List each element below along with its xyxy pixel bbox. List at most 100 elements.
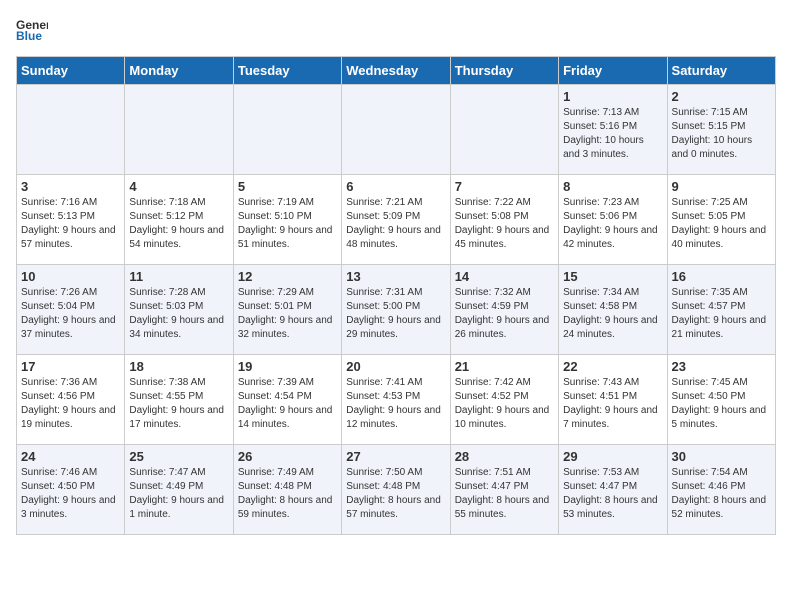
calendar-day-11: 11 Sunrise: 7:28 AM Sunset: 5:03 PM Dayli… [125, 265, 233, 355]
calendar-day-8: 8 Sunrise: 7:23 AM Sunset: 5:06 PM Daylig… [559, 175, 667, 265]
day-info: Sunrise: 7:41 AM Sunset: 4:53 PM Dayligh… [346, 376, 445, 432]
calendar-day-30: 30 Sunrise: 7:54 AM Sunset: 4:46 PM Dayli… [667, 445, 775, 535]
day-info: Sunrise: 7:18 AM Sunset: 5:12 PM Dayligh… [129, 196, 228, 252]
day-info: Sunrise: 7:32 AM Sunset: 4:59 PM Dayligh… [455, 286, 554, 342]
day-info: Sunrise: 7:35 AM Sunset: 4:57 PM Dayligh… [672, 286, 771, 342]
calendar-day-empty [342, 85, 450, 175]
day-info: Sunrise: 7:47 AM Sunset: 4:49 PM Dayligh… [129, 466, 228, 522]
day-number: 14 [455, 269, 554, 284]
day-info: Sunrise: 7:25 AM Sunset: 5:05 PM Dayligh… [672, 196, 771, 252]
calendar-day-24: 24 Sunrise: 7:46 AM Sunset: 4:50 PM Dayli… [17, 445, 125, 535]
day-info: Sunrise: 7:26 AM Sunset: 5:04 PM Dayligh… [21, 286, 120, 342]
day-number: 28 [455, 449, 554, 464]
calendar-day-6: 6 Sunrise: 7:21 AM Sunset: 5:09 PM Daylig… [342, 175, 450, 265]
page-container: General Blue SundayMondayTuesdayWednesda… [0, 0, 792, 551]
day-number: 24 [21, 449, 120, 464]
calendar-day-9: 9 Sunrise: 7:25 AM Sunset: 5:05 PM Daylig… [667, 175, 775, 265]
calendar-week-row: 3Sunrise: 7:16 AM Sunset: 5:13 PM Daylig… [17, 175, 776, 265]
svg-text:Blue: Blue [16, 29, 42, 43]
day-number: 11 [129, 269, 228, 284]
logo: General Blue [16, 16, 52, 44]
day-number: 8 [563, 179, 662, 194]
day-info: Sunrise: 7:49 AM Sunset: 4:48 PM Dayligh… [238, 466, 337, 522]
day-info: Sunrise: 7:53 AM Sunset: 4:47 PM Dayligh… [563, 466, 662, 522]
calendar-day-26: 26 Sunrise: 7:49 AM Sunset: 4:48 PM Dayli… [233, 445, 341, 535]
calendar-day-29: 29 Sunrise: 7:53 AM Sunset: 4:47 PM Dayli… [559, 445, 667, 535]
day-number: 19 [238, 359, 337, 374]
day-info: Sunrise: 7:16 AM Sunset: 5:13 PM Dayligh… [21, 196, 120, 252]
logo-icon: General Blue [16, 16, 48, 44]
calendar-day-12: 12Sunrise: 7:29 AM Sunset: 5:01 PM Dayli… [233, 265, 341, 355]
day-number: 5 [238, 179, 337, 194]
calendar-day-14: 14 Sunrise: 7:32 AM Sunset: 4:59 PM Dayli… [450, 265, 558, 355]
day-info: Sunrise: 7:34 AM Sunset: 4:58 PM Dayligh… [563, 286, 662, 342]
day-info: Sunrise: 7:31 AM Sunset: 5:00 PM Dayligh… [346, 286, 445, 342]
day-number: 10 [21, 269, 120, 284]
calendar-day-28: 28 Sunrise: 7:51 AM Sunset: 4:47 PM Dayli… [450, 445, 558, 535]
header: General Blue [16, 16, 776, 44]
day-number: 20 [346, 359, 445, 374]
day-number: 7 [455, 179, 554, 194]
calendar-week-row: 1 Sunrise: 7:13 AM Sunset: 5:16 PM Daylig… [17, 85, 776, 175]
day-info: Sunrise: 7:38 AM Sunset: 4:55 PM Dayligh… [129, 376, 228, 432]
day-number: 26 [238, 449, 337, 464]
weekday-header-tuesday: Tuesday [233, 57, 341, 85]
day-info: Sunrise: 7:13 AM Sunset: 5:16 PM Dayligh… [563, 106, 662, 162]
day-info: Sunrise: 7:54 AM Sunset: 4:46 PM Dayligh… [672, 466, 771, 522]
day-info: Sunrise: 7:45 AM Sunset: 4:50 PM Dayligh… [672, 376, 771, 432]
calendar-table: SundayMondayTuesdayWednesdayThursdayFrid… [16, 56, 776, 535]
day-number: 15 [563, 269, 662, 284]
day-number: 29 [563, 449, 662, 464]
calendar-day-1: 1 Sunrise: 7:13 AM Sunset: 5:16 PM Daylig… [559, 85, 667, 175]
weekday-header-wednesday: Wednesday [342, 57, 450, 85]
day-info: Sunrise: 7:50 AM Sunset: 4:48 PM Dayligh… [346, 466, 445, 522]
calendar-day-17: 17Sunrise: 7:36 AM Sunset: 4:56 PM Dayli… [17, 355, 125, 445]
calendar-day-4: 4Sunrise: 7:18 AM Sunset: 5:12 PM Daylig… [125, 175, 233, 265]
calendar-day-empty [125, 85, 233, 175]
day-number: 30 [672, 449, 771, 464]
day-number: 18 [129, 359, 228, 374]
day-number: 6 [346, 179, 445, 194]
weekday-header-friday: Friday [559, 57, 667, 85]
day-number: 25 [129, 449, 228, 464]
calendar-week-row: 17Sunrise: 7:36 AM Sunset: 4:56 PM Dayli… [17, 355, 776, 445]
calendar-day-15: 15 Sunrise: 7:34 AM Sunset: 4:58 PM Dayli… [559, 265, 667, 355]
weekday-header-row: SundayMondayTuesdayWednesdayThursdayFrid… [17, 57, 776, 85]
day-number: 22 [563, 359, 662, 374]
calendar-day-10: 10 Sunrise: 7:26 AM Sunset: 5:04 PM Dayli… [17, 265, 125, 355]
calendar-day-20: 20 Sunrise: 7:41 AM Sunset: 4:53 PM Dayli… [342, 355, 450, 445]
day-info: Sunrise: 7:21 AM Sunset: 5:09 PM Dayligh… [346, 196, 445, 252]
weekday-header-saturday: Saturday [667, 57, 775, 85]
day-number: 27 [346, 449, 445, 464]
day-info: Sunrise: 7:28 AM Sunset: 5:03 PM Dayligh… [129, 286, 228, 342]
calendar-day-empty [450, 85, 558, 175]
calendar-week-row: 10 Sunrise: 7:26 AM Sunset: 5:04 PM Dayli… [17, 265, 776, 355]
calendar-day-27: 27 Sunrise: 7:50 AM Sunset: 4:48 PM Dayli… [342, 445, 450, 535]
day-info: Sunrise: 7:19 AM Sunset: 5:10 PM Dayligh… [238, 196, 337, 252]
day-number: 1 [563, 89, 662, 104]
weekday-header-sunday: Sunday [17, 57, 125, 85]
weekday-header-monday: Monday [125, 57, 233, 85]
day-number: 23 [672, 359, 771, 374]
day-info: Sunrise: 7:43 AM Sunset: 4:51 PM Dayligh… [563, 376, 662, 432]
calendar-week-row: 24 Sunrise: 7:46 AM Sunset: 4:50 PM Dayli… [17, 445, 776, 535]
calendar-day-18: 18 Sunrise: 7:38 AM Sunset: 4:55 PM Dayli… [125, 355, 233, 445]
calendar-day-22: 22 Sunrise: 7:43 AM Sunset: 4:51 PM Dayli… [559, 355, 667, 445]
calendar-day-16: 16 Sunrise: 7:35 AM Sunset: 4:57 PM Dayli… [667, 265, 775, 355]
day-number: 21 [455, 359, 554, 374]
calendar-day-2: 2Sunrise: 7:15 AM Sunset: 5:15 PM Daylig… [667, 85, 775, 175]
calendar-day-21: 21Sunrise: 7:42 AM Sunset: 4:52 PM Dayli… [450, 355, 558, 445]
calendar-day-empty [17, 85, 125, 175]
day-info: Sunrise: 7:51 AM Sunset: 4:47 PM Dayligh… [455, 466, 554, 522]
day-number: 17 [21, 359, 120, 374]
day-info: Sunrise: 7:23 AM Sunset: 5:06 PM Dayligh… [563, 196, 662, 252]
day-number: 16 [672, 269, 771, 284]
calendar-day-3: 3Sunrise: 7:16 AM Sunset: 5:13 PM Daylig… [17, 175, 125, 265]
calendar-day-13: 13Sunrise: 7:31 AM Sunset: 5:00 PM Dayli… [342, 265, 450, 355]
day-info: Sunrise: 7:46 AM Sunset: 4:50 PM Dayligh… [21, 466, 120, 522]
calendar-day-7: 7Sunrise: 7:22 AM Sunset: 5:08 PM Daylig… [450, 175, 558, 265]
day-info: Sunrise: 7:29 AM Sunset: 5:01 PM Dayligh… [238, 286, 337, 342]
day-number: 9 [672, 179, 771, 194]
day-info: Sunrise: 7:39 AM Sunset: 4:54 PM Dayligh… [238, 376, 337, 432]
calendar-day-25: 25 Sunrise: 7:47 AM Sunset: 4:49 PM Dayli… [125, 445, 233, 535]
